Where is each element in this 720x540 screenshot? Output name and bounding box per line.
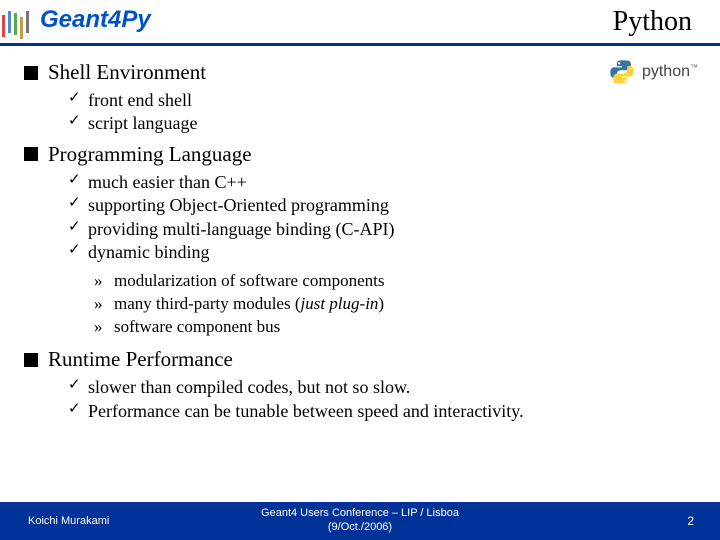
raquo-icon: » bbox=[94, 293, 106, 316]
section-runtime-performance: Runtime Performance ✓ slower than compile… bbox=[24, 347, 696, 423]
check-icon: ✓ bbox=[68, 171, 80, 194]
check-icon: ✓ bbox=[68, 241, 80, 264]
check-icon: ✓ bbox=[68, 112, 80, 135]
section-title: Programming Language bbox=[48, 142, 252, 167]
python-logo: python™ bbox=[608, 58, 698, 86]
subbullet-text: modularization of software components bbox=[114, 270, 385, 293]
bullet-text: front end shell bbox=[88, 89, 192, 112]
brand-text: Geant4Py bbox=[40, 6, 151, 34]
bullet-text: Performance can be tunable between speed… bbox=[88, 400, 524, 423]
check-icon: ✓ bbox=[68, 194, 80, 217]
footer-author: Koichi Murakami bbox=[28, 515, 109, 527]
raquo-icon: » bbox=[94, 270, 106, 293]
section-title: Runtime Performance bbox=[48, 347, 233, 372]
geant4-stripes-icon bbox=[2, 11, 29, 39]
raquo-icon: » bbox=[94, 316, 106, 339]
slide-footer: Koichi Murakami Geant4 Users Conference … bbox=[0, 502, 720, 540]
square-bullet-icon bbox=[24, 353, 38, 367]
footer-page-number: 2 bbox=[687, 514, 694, 528]
bullet-text: much easier than C++ bbox=[88, 171, 247, 194]
section-title: Shell Environment bbox=[48, 60, 206, 85]
bullet-text: script language bbox=[88, 112, 197, 135]
slide-header: Geant4Py Python bbox=[0, 0, 720, 46]
section-programming-language: Programming Language ✓ much easier than C… bbox=[24, 142, 696, 339]
slide-title: Python bbox=[613, 6, 692, 38]
square-bullet-icon bbox=[24, 66, 38, 80]
bullet-text: providing multi-language binding (C-API) bbox=[88, 218, 394, 241]
python-logo-text: python™ bbox=[642, 63, 698, 81]
slide-content: Shell Environment ✓ front end shell ✓ scri… bbox=[0, 46, 720, 423]
check-icon: ✓ bbox=[68, 218, 80, 241]
check-icon: ✓ bbox=[68, 376, 80, 399]
section-shell-env: Shell Environment ✓ front end shell ✓ scri… bbox=[24, 60, 696, 136]
bullet-text: dynamic binding bbox=[88, 241, 209, 264]
bullet-text: slower than compiled codes, but not so s… bbox=[88, 376, 410, 399]
subbullet-text: many third-party modules (just plug-in) bbox=[114, 293, 384, 316]
subbullet-text: software component bus bbox=[114, 316, 280, 339]
python-icon bbox=[608, 58, 636, 86]
check-icon: ✓ bbox=[68, 400, 80, 423]
bullet-text: supporting Object-Oriented programming bbox=[88, 194, 389, 217]
square-bullet-icon bbox=[24, 147, 38, 161]
check-icon: ✓ bbox=[68, 89, 80, 112]
